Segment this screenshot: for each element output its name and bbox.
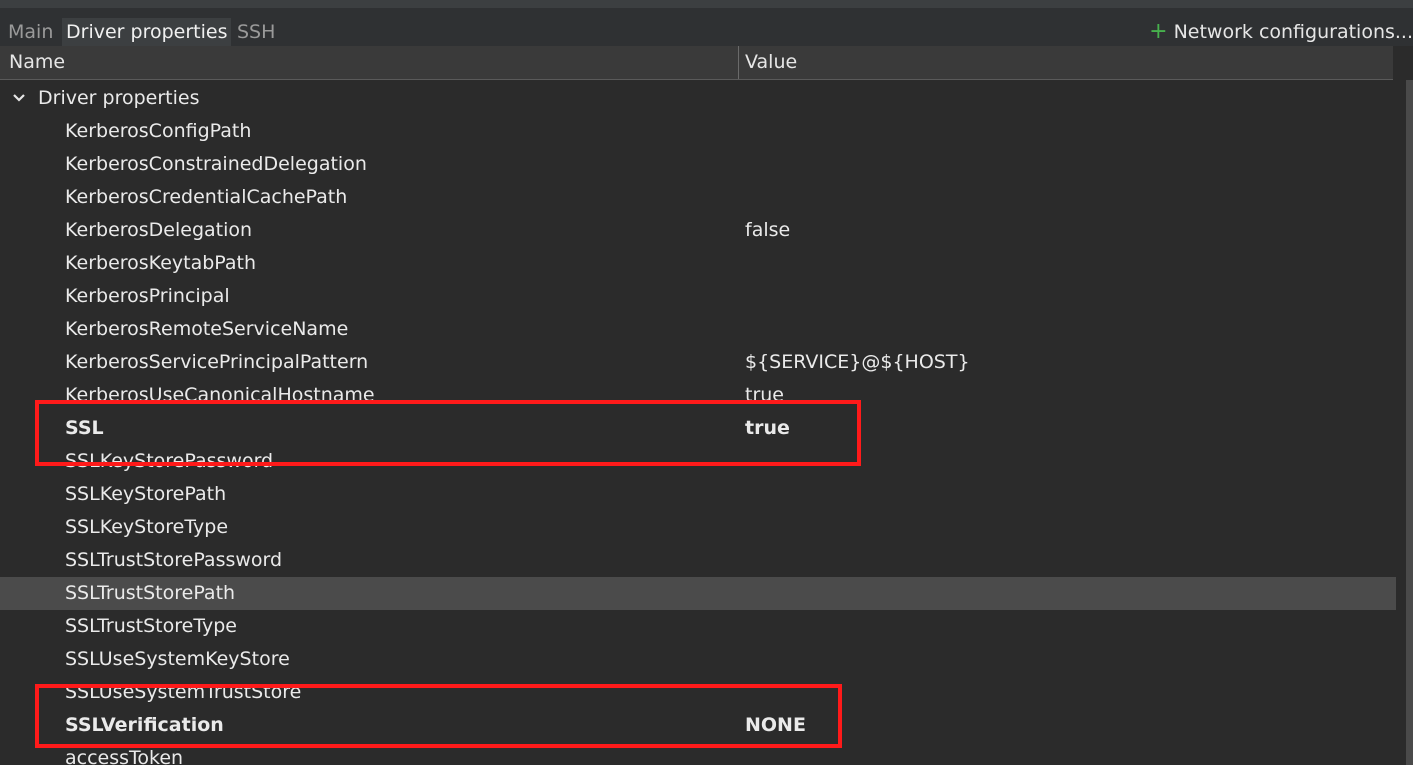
property-row[interactable]: SSLUseSystemKeyStore: [0, 643, 1396, 676]
property-row[interactable]: KerberosUseCanonicalHostname true: [0, 379, 1396, 412]
property-value[interactable]: true: [745, 379, 784, 412]
network-configurations-button[interactable]: + Network configurations...: [1149, 18, 1413, 46]
property-row[interactable]: KerberosConfigPath: [0, 115, 1396, 148]
property-row[interactable]: SSLVerification NONE: [0, 709, 1396, 742]
property-row[interactable]: SSLTrustStoreType: [0, 610, 1396, 643]
property-name: SSLVerification: [65, 714, 224, 736]
property-name: KerberosConstrainedDelegation: [65, 153, 367, 175]
tab-driver-properties[interactable]: Driver properties: [62, 18, 232, 46]
property-row[interactable]: KerberosCredentialCachePath: [0, 181, 1396, 214]
property-row[interactable]: accessToken: [0, 742, 1396, 765]
property-name: KerberosUseCanonicalHostname: [65, 384, 375, 406]
property-row[interactable]: SSLUseSystemTrustStore: [0, 676, 1396, 709]
property-name: KerberosPrincipal: [65, 285, 230, 307]
plus-icon: +: [1149, 19, 1168, 44]
property-value[interactable]: ${SERVICE}@${HOST}: [745, 346, 970, 379]
property-name: SSLKeyStoreType: [65, 516, 229, 538]
tab-bar: Main Driver properties SSH + Network conf…: [0, 8, 1413, 46]
property-row[interactable]: KerberosKeytabPath: [0, 247, 1396, 280]
tab-ssh[interactable]: SSH: [233, 18, 279, 46]
column-divider[interactable]: [738, 46, 739, 79]
property-row[interactable]: SSLTrustStorePath: [0, 577, 1396, 610]
column-header-value[interactable]: Value: [745, 46, 797, 79]
property-name: SSLUseSystemKeyStore: [65, 648, 290, 670]
property-name: SSLTrustStorePath: [65, 582, 236, 604]
column-header-name[interactable]: Name: [9, 46, 65, 79]
property-value[interactable]: true: [745, 412, 790, 445]
network-configurations-label: Network configurations...: [1173, 21, 1413, 43]
property-row[interactable]: KerberosPrincipal: [0, 280, 1396, 313]
property-name: KerberosConfigPath: [65, 120, 252, 142]
header-corner: [1393, 46, 1413, 79]
property-name: SSLUseSystemTrustStore: [65, 681, 302, 703]
property-name: KerberosServicePrincipalPattern: [65, 351, 369, 373]
property-name: KerberosCredentialCachePath: [65, 186, 348, 208]
property-row[interactable]: KerberosDelegation false: [0, 214, 1396, 247]
scrollbar-thumb[interactable]: [1406, 80, 1413, 765]
property-value[interactable]: false: [745, 214, 790, 247]
window-top-edge: [0, 0, 1413, 8]
property-name: KerberosRemoteServiceName: [65, 318, 349, 340]
property-row[interactable]: SSLKeyStorePath: [0, 478, 1396, 511]
property-row[interactable]: KerberosServicePrincipalPattern ${SERVICE…: [0, 346, 1396, 379]
property-row[interactable]: SSLTrustStorePassword: [0, 544, 1396, 577]
group-label: Driver properties: [38, 87, 200, 109]
table-header: Name Value: [0, 46, 1393, 80]
property-row[interactable]: SSLKeyStorePassword: [0, 445, 1396, 478]
property-name: SSLKeyStorePassword: [65, 450, 274, 472]
properties-table: Driver properties KerberosConfigPath Kerb…: [0, 80, 1396, 765]
property-name: SSLTrustStorePassword: [65, 549, 283, 571]
property-name: accessToken: [65, 747, 184, 765]
tab-main[interactable]: Main: [4, 18, 57, 46]
property-row[interactable]: SSL true: [0, 412, 1396, 445]
vertical-scrollbar[interactable]: [1396, 80, 1413, 765]
property-row[interactable]: KerberosRemoteServiceName: [0, 313, 1396, 346]
group-row-driver-properties[interactable]: Driver properties: [0, 82, 1396, 115]
property-name: KerberosKeytabPath: [65, 252, 257, 274]
property-name: SSL: [65, 417, 104, 439]
property-value[interactable]: NONE: [745, 709, 806, 742]
property-row[interactable]: SSLKeyStoreType: [0, 511, 1396, 544]
property-name: SSLTrustStoreType: [65, 615, 237, 637]
property-row[interactable]: KerberosConstrainedDelegation: [0, 148, 1396, 181]
property-name: KerberosDelegation: [65, 219, 253, 241]
property-name: SSLKeyStorePath: [65, 483, 227, 505]
